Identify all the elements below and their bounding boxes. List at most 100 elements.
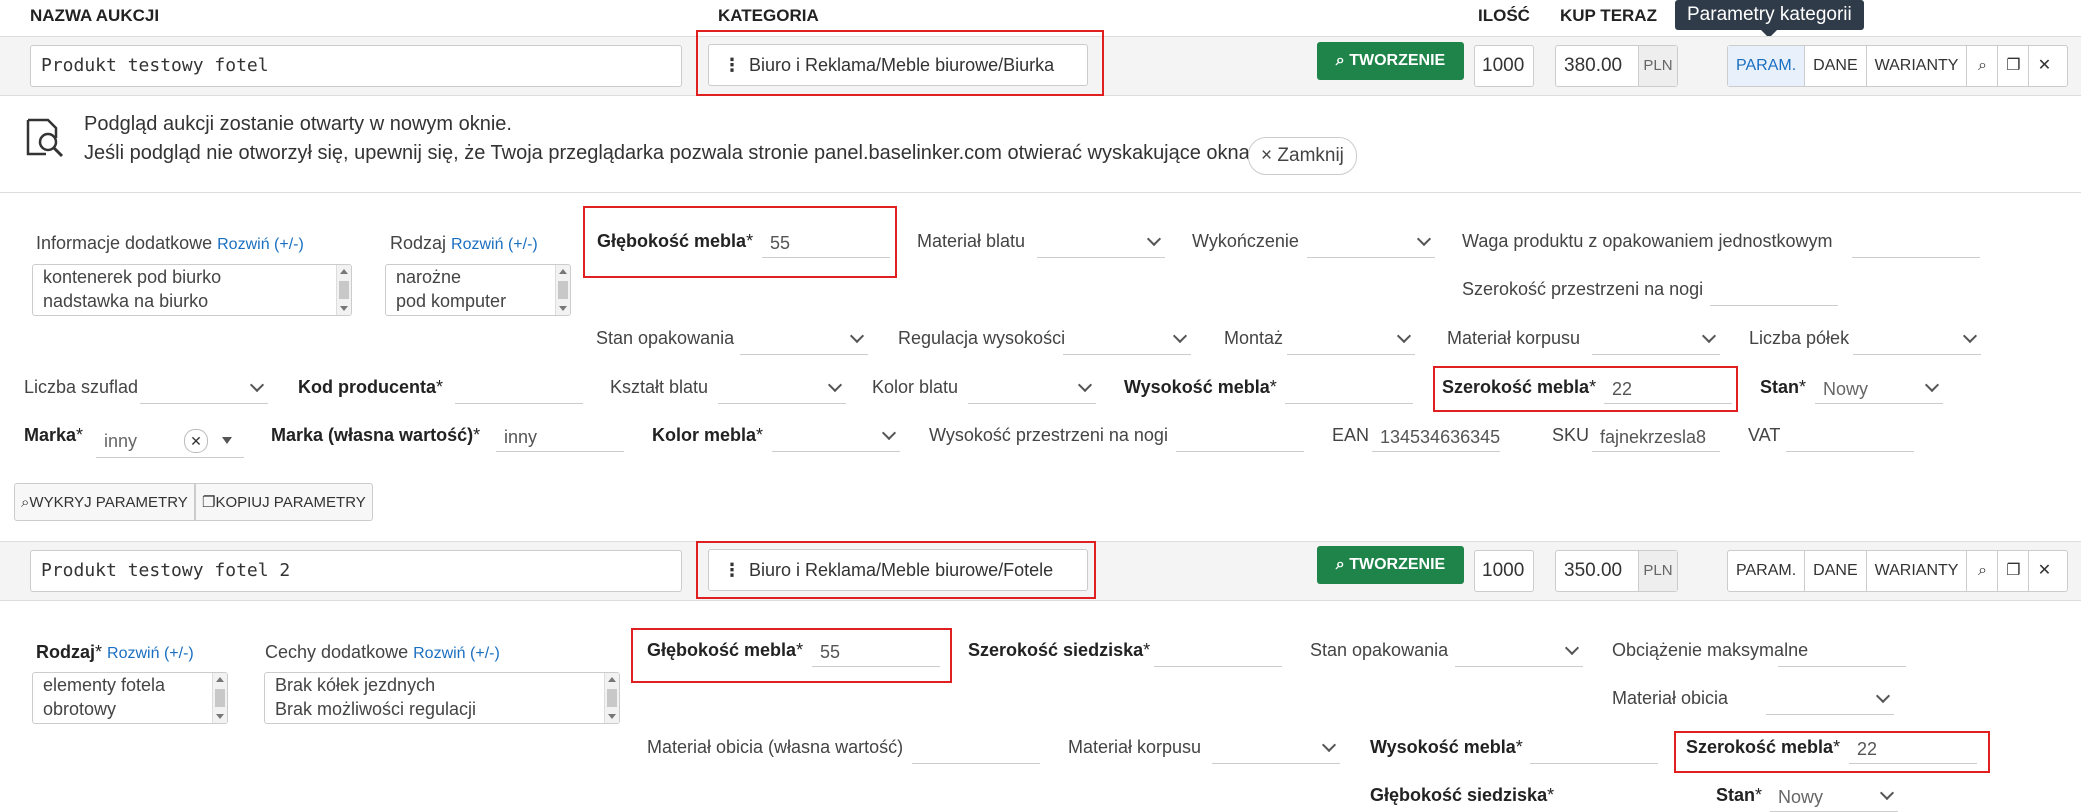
label-cechy: Cechy dodatkowe Rozwiń (+/-) [265,642,500,662]
ean-input[interactable]: 1345346363453 [1372,422,1500,452]
list-item[interactable]: pod komputer [386,289,570,313]
kolor-blatu-select[interactable] [968,374,1096,404]
scrollbar[interactable] [336,265,351,315]
label-kod-producenta: Kod producenta* [298,377,444,397]
material-obicia-wlasna-input[interactable] [912,734,1040,764]
ksztalt-blatu-select[interactable] [718,374,846,404]
cechy-list[interactable]: Brak kółek jezdnych Brak możliwości regu… [264,672,620,724]
stan-opakowania-select[interactable] [740,325,868,355]
wykonczenie-select[interactable] [1307,228,1435,258]
liczba-szuflad-select[interactable] [140,374,268,404]
vat-input[interactable] [1786,422,1914,452]
label-liczba-szuflad: Liczba szuflad [24,377,139,397]
label-szerokosc-siedziska: Szerokość siedziska* [968,640,1151,660]
list-item[interactable]: kontenerek pod biurko [33,265,351,289]
material-blatu-select[interactable] [1037,228,1165,258]
label-ksztalt-blatu: Kształt blatu [610,377,709,397]
expand-link[interactable]: Rozwiń (+/-) [451,236,538,253]
close-label: Zamknij [1277,145,1344,166]
stan-select-2[interactable]: Nowy [1770,782,1898,812]
quantity-input[interactable]: 1000 [1474,45,1534,87]
auction-name-input[interactable]: Produkt testowy fotel 2 [30,550,682,592]
label-material-obicia-wlasna: Materiał obicia (własna wartość) [647,737,904,757]
label-stan-opakowania-2: Stan opakowania [1310,640,1449,660]
close-icon[interactable]: ✕ [2029,551,2059,591]
kolor-mebla-select[interactable] [772,422,900,452]
list-item[interactable]: Brak kółek jezdnych [265,673,619,697]
header-buy-now: KUP TERAZ [1560,6,1657,25]
scrollbar[interactable] [212,673,227,723]
szerokosc-siedziska-input[interactable] [1154,637,1282,667]
create-button[interactable]: ⌕ TWORZENIE [1317,546,1464,584]
auction-name-input[interactable]: Produkt testowy fotel [30,45,682,87]
regulacja-select[interactable] [1063,325,1191,355]
tab-warianty[interactable]: WARIANTY [1867,551,1968,591]
info-dodatkowe-list[interactable]: kontenerek pod biurko nadstawka na biurk… [32,264,352,316]
sku-input[interactable]: fajnekrzesla8 [1592,422,1720,452]
tab-dane[interactable]: DANE [1805,46,1867,86]
stan-value: Nowy [1778,787,1824,807]
expand-link[interactable]: Rozwiń (+/-) [107,645,194,662]
list-item[interactable]: obrotowy [33,697,227,721]
collapse-icon[interactable]: ✕ [2029,46,2059,86]
montaz-select[interactable] [1287,325,1415,355]
copy-icon[interactable]: ❐ [1998,551,2030,591]
wysokosc-nogi-input[interactable] [1176,422,1304,452]
liczba-polek-select[interactable] [1853,325,1981,355]
create-button[interactable]: ⌕ TWORZENIE [1317,42,1464,80]
material-korpusu-select-2[interactable] [1212,734,1340,764]
kod-producenta-input[interactable] [455,374,583,404]
wysokosc-input-2[interactable] [1530,734,1658,764]
scrollbar[interactable] [604,673,619,723]
list-item[interactable]: elementy fotela [33,673,227,697]
stan-opakowania-select-2[interactable] [1455,637,1583,667]
detect-params-button[interactable]: ⌕WYKRYJ PARAMETRY [14,483,195,521]
label-stan-opakowania: Stan opakowania [596,328,735,348]
caret-down-icon[interactable] [222,437,232,444]
tab-param[interactable]: PARAM. [1728,46,1806,86]
rodzaj-list-2[interactable]: elementy fotela obrotowy [32,672,228,724]
chevron-down-icon [1924,377,1940,393]
quantity-input[interactable]: 1000 [1474,550,1534,592]
chevron-down-icon [1879,785,1895,801]
label-waga: Waga produktu z opakowaniem jednostkowym [1462,231,1833,251]
szerokosc-nogi-input[interactable] [1710,276,1838,306]
marka-select[interactable]: inny ✕ [96,424,244,458]
list-item[interactable]: narożne [386,265,570,289]
price-input[interactable]: 350.00 PLN [1555,550,1678,592]
rodzaj-list[interactable]: narożne pod komputer [385,264,571,316]
list-item[interactable]: nadstawka na biurko [33,289,351,313]
search-icon[interactable]: ⌕ [1967,46,1999,86]
copy-icon[interactable]: ❐ [1998,46,2030,86]
chevron-down-icon [1396,328,1412,344]
expand-link[interactable]: Rozwiń (+/-) [217,236,304,253]
obciazenie-input[interactable] [1778,637,1906,667]
label-stan-2: Stan* [1716,785,1763,805]
price-value: 380.00 [1564,55,1623,76]
marka-wlasna-input[interactable]: inny [496,422,624,452]
tab-warianty[interactable]: WARIANTY [1867,46,1968,86]
label-material-korpusu: Materiał korpusu [1447,328,1581,348]
highlight-category-2 [696,541,1096,599]
list-item[interactable]: Brak możliwości regulacji [265,697,619,721]
chevron-down-icon [1416,231,1432,247]
label-liczba-polek: Liczba półek [1749,328,1850,348]
material-korpusu-select[interactable] [1592,325,1720,355]
search-icon[interactable]: ⌕ [1967,551,1999,591]
wysokosc-input[interactable] [1285,374,1413,404]
scrollbar[interactable] [555,265,570,315]
copy-params-button[interactable]: ❐KOPIUJ PARAMETRY [195,483,373,521]
tab-param[interactable]: PARAM. [1728,551,1806,591]
preview-info-line1: Podgląd aukcji zostanie otwarty w nowym … [84,113,512,135]
preview-search-icon [26,118,64,158]
close-info-button[interactable]: × Zamknij [1248,137,1357,175]
label-marka-wlasna: Marka (własna wartość)* [271,425,481,445]
waga-input[interactable] [1852,228,1980,258]
expand-link[interactable]: Rozwiń (+/-) [413,645,500,662]
tab-dane[interactable]: DANE [1805,551,1867,591]
clear-icon[interactable]: ✕ [184,429,208,453]
price-input[interactable]: 380.00 PLN [1555,45,1678,87]
material-obicia-select[interactable] [1766,685,1894,715]
stan-select[interactable]: Nowy [1815,374,1943,404]
label-material-blatu: Materiał blatu [917,231,1026,251]
